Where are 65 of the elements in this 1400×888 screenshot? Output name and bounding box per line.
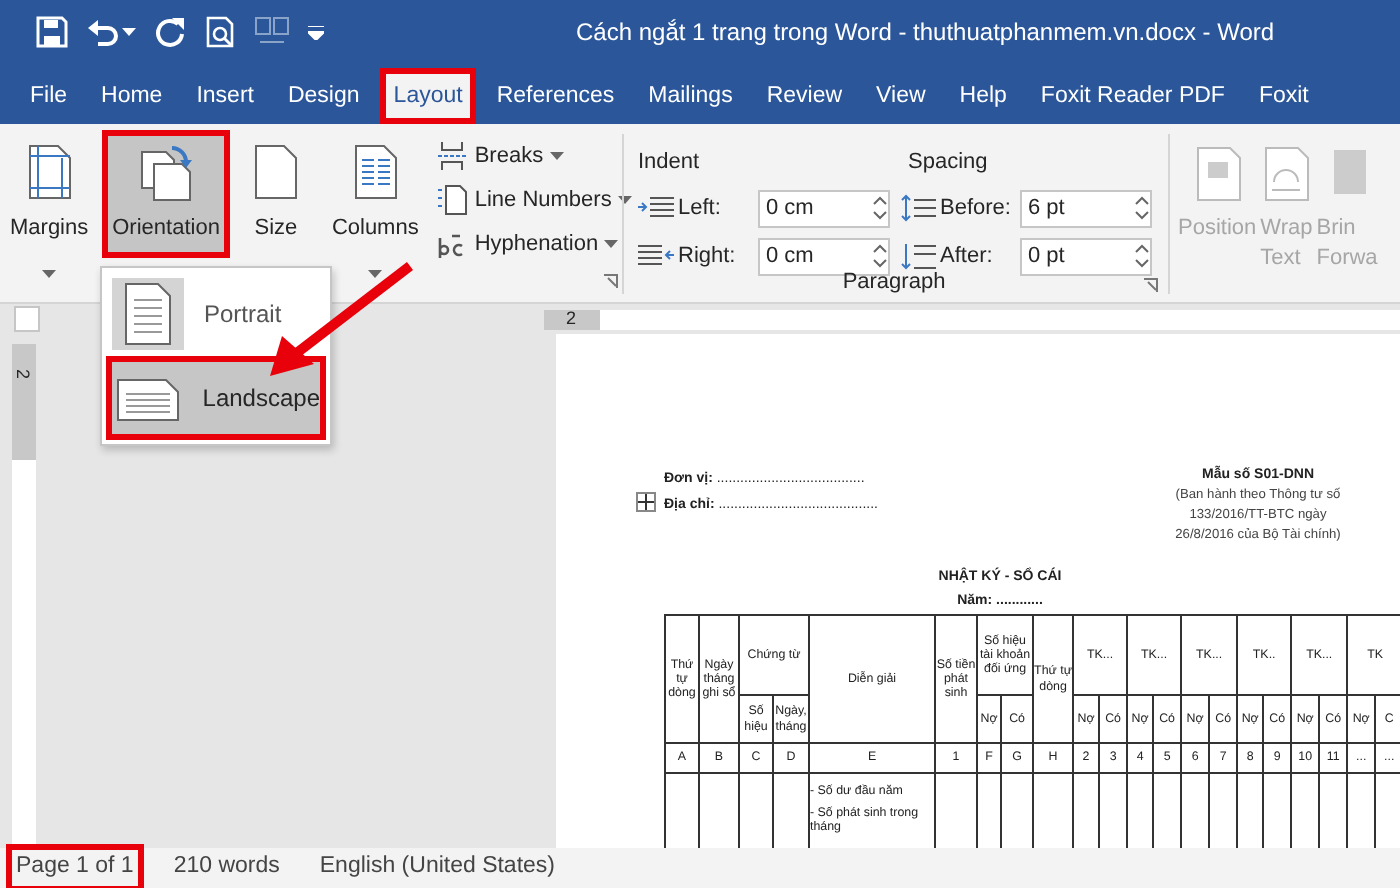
group-heading: Spacing [908, 147, 988, 178]
window-title: Cách ngắt 1 trang trong Word - thuthuatphanmem.vn.docx - Word [576, 16, 1275, 50]
ribbon-tab[interactable]: Foxit [1244, 68, 1323, 124]
ribbon-button[interactable]: Columns [321, 130, 429, 258]
dialog-launcher-icon[interactable] [604, 274, 618, 288]
caret-icon [122, 28, 136, 36]
spin-field[interactable]: 0 cm [758, 237, 890, 275]
vertical-ruler[interactable]: 2 [12, 344, 36, 848]
ribbon-tab[interactable]: Insert [182, 68, 268, 124]
save-icon[interactable] [36, 16, 68, 48]
ruler-number: 2 [566, 305, 577, 332]
status-item[interactable]: Page 1 of 1 [6, 844, 144, 888]
ribbon-tab[interactable]: File [16, 68, 82, 124]
group-heading: Indent [638, 147, 702, 178]
indent-right-icon [638, 242, 674, 270]
field-label: Left: [678, 193, 723, 224]
menu-item[interactable]: Portrait [106, 272, 326, 356]
ribbon-command[interactable]: Breaks [436, 138, 633, 174]
menu-item[interactable]: Landscape [106, 356, 326, 440]
ribbon-tab[interactable]: References [482, 68, 629, 124]
field-label: Before: [940, 193, 1013, 224]
ribbon-button[interactable]: Size [233, 130, 318, 258]
ribbon-tab[interactable]: Foxit Reader PDF [1026, 68, 1239, 124]
pages-icon[interactable] [254, 16, 290, 48]
customize-caret-icon[interactable] [308, 25, 324, 39]
field-label: Right: [678, 241, 738, 272]
ribbon-tab[interactable]: Design [273, 68, 374, 124]
caret-icon [368, 269, 383, 278]
line-numbers-icon [436, 184, 469, 216]
table-move-handle-icon[interactable] [636, 492, 656, 512]
ribbon-button[interactable]: Margins [0, 130, 99, 258]
ribbon-command[interactable]: Line Numbers [436, 182, 633, 218]
redo-icon[interactable] [154, 16, 186, 48]
spacing-after-icon [900, 242, 936, 270]
caret-icon [604, 240, 619, 248]
spin-arrows-icon [1134, 194, 1150, 222]
spin-arrows-icon [872, 194, 888, 222]
breaks-icon [436, 140, 469, 172]
ribbon-button[interactable]: Orientation [102, 130, 230, 258]
print-preview-icon[interactable] [204, 16, 236, 48]
spin-field[interactable]: 6 pt [1020, 189, 1152, 227]
ribbon-tab[interactable]: View [862, 68, 940, 124]
spin-field[interactable]: 0 pt [1020, 237, 1152, 275]
ribbon-tab[interactable]: Help [945, 68, 1021, 124]
status-item[interactable]: 210 words [163, 844, 290, 888]
caret-icon [549, 152, 564, 160]
position-icon [1191, 146, 1244, 202]
dialog-launcher-icon[interactable] [1144, 278, 1158, 292]
field-label: After: [940, 241, 995, 272]
ribbon-tab[interactable]: Layout [379, 68, 477, 124]
spacing-before-icon [900, 194, 936, 222]
spin-arrows-icon [872, 242, 888, 270]
caret-icon [42, 269, 57, 278]
undo-icon[interactable] [86, 16, 118, 48]
spin-arrows-icon [1134, 242, 1150, 270]
ribbon-tab[interactable]: Mailings [634, 68, 747, 124]
ruler-number: 2 [14, 369, 34, 379]
spin-field[interactable]: 0 cm [758, 189, 890, 227]
ribbon-command[interactable]: Hyphenation [436, 226, 633, 262]
status-item[interactable]: English (United States) [309, 844, 566, 888]
wrap-text-icon [1260, 146, 1313, 202]
horizontal-ruler[interactable]: 2 [544, 309, 1400, 329]
indent-left-icon [638, 194, 674, 222]
ribbon-tab[interactable]: Review [752, 68, 857, 124]
ribbon-tab[interactable]: Home [87, 68, 177, 124]
